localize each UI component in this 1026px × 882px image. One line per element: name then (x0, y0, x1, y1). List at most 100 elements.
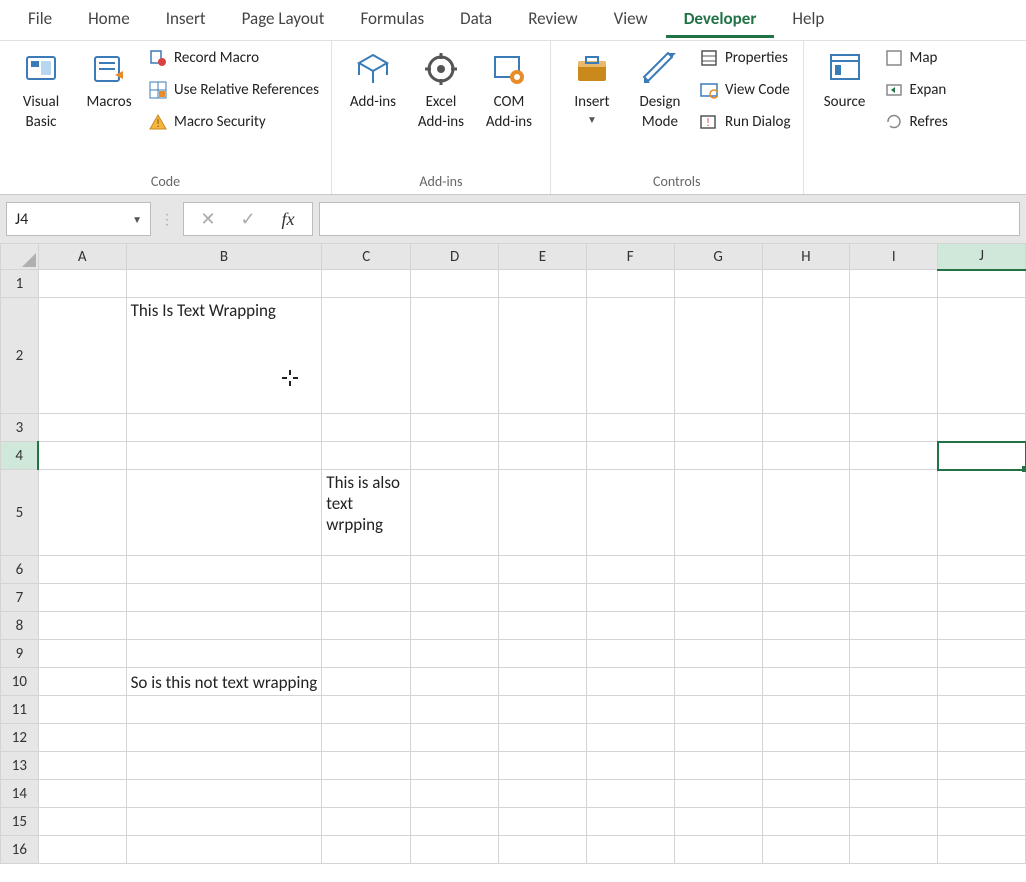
cell-A14[interactable] (38, 780, 126, 808)
cell-G3[interactable] (674, 414, 762, 442)
cell-H11[interactable] (762, 696, 850, 724)
addins-button[interactable]: Add-ins (340, 45, 406, 117)
row-header-11[interactable]: 11 (1, 696, 39, 724)
com-addins-button[interactable]: COM Add-ins (476, 45, 542, 136)
cell-H14[interactable] (762, 780, 850, 808)
row-header-12[interactable]: 12 (1, 724, 39, 752)
cell-E8[interactable] (499, 612, 587, 640)
cell-J7[interactable] (938, 584, 1026, 612)
cell-H13[interactable] (762, 752, 850, 780)
cell-J12[interactable] (938, 724, 1026, 752)
cell-H15[interactable] (762, 808, 850, 836)
cell-E11[interactable] (499, 696, 587, 724)
cell-F11[interactable] (586, 696, 674, 724)
tab-insert[interactable]: Insert (148, 2, 224, 38)
select-all-corner[interactable] (1, 244, 39, 270)
cell-F15[interactable] (586, 808, 674, 836)
cell-F6[interactable] (586, 556, 674, 584)
column-header-F[interactable]: F (586, 244, 674, 270)
cell-C4[interactable] (322, 442, 411, 470)
cell-H12[interactable] (762, 724, 850, 752)
cell-I1[interactable] (850, 270, 938, 298)
column-header-D[interactable]: D (411, 244, 499, 270)
cell-I13[interactable] (850, 752, 938, 780)
cell-H2[interactable] (762, 298, 850, 414)
cell-H9[interactable] (762, 640, 850, 668)
cell-G9[interactable] (674, 640, 762, 668)
cell-B1[interactable] (126, 270, 322, 298)
cell-H6[interactable] (762, 556, 850, 584)
cell-B12[interactable] (126, 724, 322, 752)
cell-I15[interactable] (850, 808, 938, 836)
cell-G4[interactable] (674, 442, 762, 470)
cell-A5[interactable] (38, 470, 126, 556)
cell-F9[interactable] (586, 640, 674, 668)
cell-F1[interactable] (586, 270, 674, 298)
cell-B4[interactable] (126, 442, 322, 470)
macro-security-button[interactable]: ! Macro Security (144, 109, 323, 135)
tab-formulas[interactable]: Formulas (342, 2, 442, 38)
cell-C15[interactable] (322, 808, 411, 836)
name-box[interactable]: J4 ▼ (6, 202, 151, 236)
cell-B14[interactable] (126, 780, 322, 808)
cell-G11[interactable] (674, 696, 762, 724)
cell-A10[interactable] (38, 668, 126, 696)
cell-B2[interactable]: This Is Text Wrapping (126, 298, 322, 414)
row-header-14[interactable]: 14 (1, 780, 39, 808)
cell-I9[interactable] (850, 640, 938, 668)
cell-A4[interactable] (38, 442, 126, 470)
cell-J16[interactable] (938, 836, 1026, 864)
cell-G8[interactable] (674, 612, 762, 640)
cell-H10[interactable] (762, 668, 850, 696)
cell-D1[interactable] (411, 270, 499, 298)
cell-F13[interactable] (586, 752, 674, 780)
design-mode-button[interactable]: Design Mode (627, 45, 693, 136)
chevron-down-icon[interactable]: ▼ (132, 213, 142, 226)
cell-B8[interactable] (126, 612, 322, 640)
insert-control-button[interactable]: Insert ▼ (559, 45, 625, 130)
cell-F2[interactable] (586, 298, 674, 414)
cell-F12[interactable] (586, 724, 674, 752)
cell-A11[interactable] (38, 696, 126, 724)
cell-B15[interactable] (126, 808, 322, 836)
cell-J15[interactable] (938, 808, 1026, 836)
cell-J8[interactable] (938, 612, 1026, 640)
cell-E5[interactable] (499, 470, 587, 556)
cell-J9[interactable] (938, 640, 1026, 668)
cell-D6[interactable] (411, 556, 499, 584)
row-header-3[interactable]: 3 (1, 414, 39, 442)
cell-I5[interactable] (850, 470, 938, 556)
cell-A16[interactable] (38, 836, 126, 864)
cell-F7[interactable] (586, 584, 674, 612)
cell-J2[interactable] (938, 298, 1026, 414)
cell-E10[interactable] (499, 668, 587, 696)
row-header-15[interactable]: 15 (1, 808, 39, 836)
cell-J14[interactable] (938, 780, 1026, 808)
cell-G10[interactable] (674, 668, 762, 696)
column-header-E[interactable]: E (499, 244, 587, 270)
row-header-1[interactable]: 1 (1, 270, 39, 298)
tab-developer[interactable]: Developer (666, 2, 775, 38)
tab-home[interactable]: Home (70, 2, 148, 38)
use-relative-references-button[interactable]: Use Relative References (144, 77, 323, 103)
cell-D9[interactable] (411, 640, 499, 668)
cell-D13[interactable] (411, 752, 499, 780)
row-header-4[interactable]: 4 (1, 442, 39, 470)
cell-C12[interactable] (322, 724, 411, 752)
cell-D2[interactable] (411, 298, 499, 414)
cell-J10[interactable] (938, 668, 1026, 696)
cell-C5[interactable]: This is also text wrpping (322, 470, 411, 556)
cell-F4[interactable] (586, 442, 674, 470)
cell-B16[interactable] (126, 836, 322, 864)
cell-J1[interactable] (938, 270, 1026, 298)
cell-C6[interactable] (322, 556, 411, 584)
cell-B6[interactable] (126, 556, 322, 584)
cell-B13[interactable] (126, 752, 322, 780)
row-header-13[interactable]: 13 (1, 752, 39, 780)
column-header-J[interactable]: J (938, 244, 1026, 270)
cell-E14[interactable] (499, 780, 587, 808)
cell-G12[interactable] (674, 724, 762, 752)
cell-E1[interactable] (499, 270, 587, 298)
cell-E15[interactable] (499, 808, 587, 836)
cell-E6[interactable] (499, 556, 587, 584)
